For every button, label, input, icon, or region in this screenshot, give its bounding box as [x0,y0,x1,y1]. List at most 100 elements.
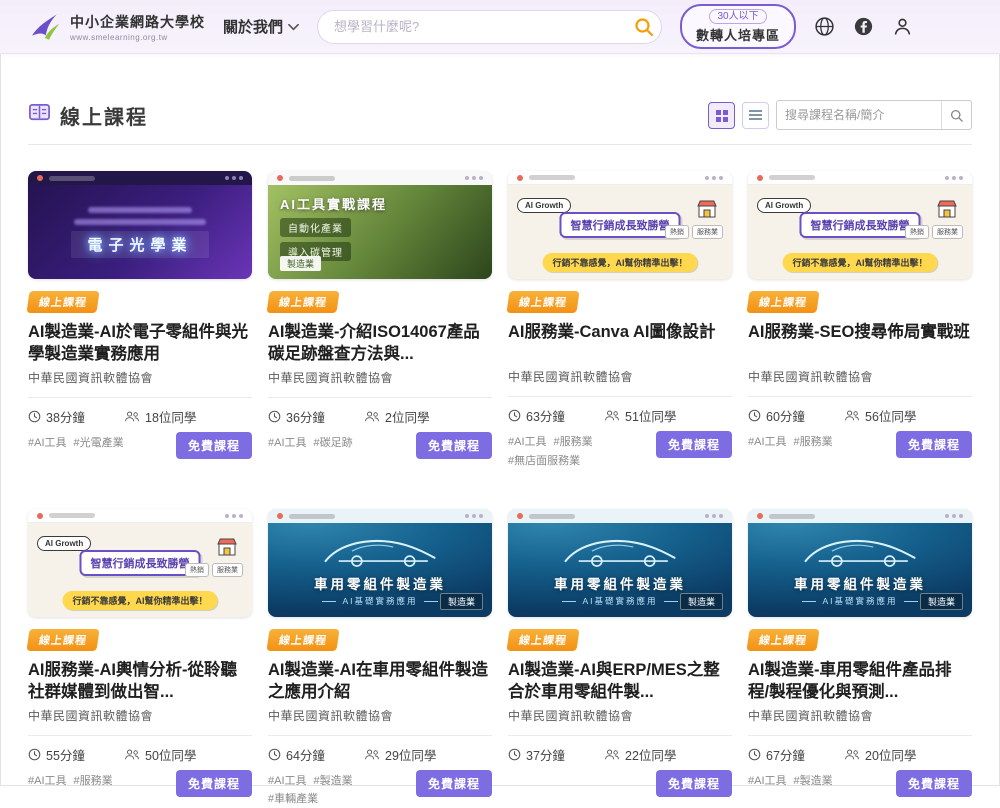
course-tag[interactable]: #AI工具 [28,773,67,790]
course-thumbnail[interactable]: 電子光學業 AI工具實戰課程 自動化產業 導入碳管理 製造業 AI Growth… [508,171,732,279]
course-students: 22位同學 [604,745,676,764]
course-students: 29位同學 [364,745,436,764]
course-students-text: 18位同學 [145,407,196,426]
course-thumbnail[interactable]: 電子光學業 AI工具實戰課程 自動化產業 導入碳管理 製造業 AI Growth… [748,171,972,279]
course-title[interactable]: AI製造業-車用零組件產品排程/製程優化與預測... [748,660,972,704]
course-card[interactable]: 電子光學業 AI工具實戰課程 自動化產業 導入碳管理 製造業 AI Growth… [268,509,492,808]
free-course-button[interactable]: 免費課程 [896,770,972,797]
course-thumbnail[interactable]: 電子光學業 AI工具實戰課程 自動化產業 導入碳管理 製造業 AI Growth… [28,171,252,279]
speech-bubble: AI Growth [757,198,811,213]
course-card[interactable]: 電子光學業 AI工具實戰課程 自動化產業 導入碳管理 製造業 AI Growth… [508,509,732,808]
window-control-dots [945,176,949,180]
course-grid: 電子光學業 AI工具實戰課程 自動化產業 導入碳管理 製造業 AI Growth… [28,171,972,808]
course-card[interactable]: 電子光學業 AI工具實戰課程 自動化產業 導入碳管理 製造業 AI Growth… [28,509,252,808]
language-globe-icon[interactable] [814,16,835,37]
site-search-input[interactable] [334,19,633,34]
course-duration: 67分鐘 [748,745,844,764]
user-account-icon[interactable] [892,16,913,37]
course-thumbnail[interactable]: 電子光學業 AI工具實戰課程 自動化產業 導入碳管理 製造業 AI Growth… [508,509,732,617]
facebook-circle-icon [853,16,874,37]
course-tag[interactable]: #光電產業 [74,435,124,452]
course-tag[interactable]: #碳足跡 [314,435,353,452]
course-meta: 67分鐘 20位同學 [748,735,972,764]
nav-about-us[interactable]: 關於我們 [223,16,299,37]
course-tag[interactable]: #車輛產業 [268,791,318,808]
free-course-button[interactable]: 免費課程 [896,431,972,458]
free-course-button[interactable]: 免費課程 [656,770,732,797]
digital-training-zone-button[interactable]: 30人以下 數轉人培專區 [680,4,796,49]
course-title[interactable]: AI服務業-AI輿情分析-從聆聽社群媒體到做出智... [28,660,252,704]
course-title[interactable]: AI服務業-SEO搜尋佈局實戰班 [748,322,972,365]
clock-icon [268,410,281,423]
course-students-text: 51位同學 [625,406,676,425]
clock-icon [508,748,521,761]
site-search-button[interactable] [633,16,655,38]
course-title[interactable]: AI製造業-介紹ISO14067產品碳足跡盤查方法與... [268,322,492,366]
storefront-icon [935,198,959,220]
course-card[interactable]: 電子光學業 AI工具實戰課程 自動化產業 導入碳管理 製造業 AI Growth… [508,171,732,469]
course-tag[interactable]: #服務業 [74,773,113,790]
course-tag[interactable]: #AI工具 [748,773,787,790]
decorative-glow-line [88,207,192,213]
facebook-icon[interactable] [853,16,874,37]
course-card[interactable]: 電子光學業 AI工具實戰課程 自動化產業 導入碳管理 製造業 AI Growth… [268,171,492,469]
course-tags: #AI工具 #光電產業 [28,435,124,452]
site-header: 中小企業網路大學校 www.smelearning.org.tw 關於我們 30… [0,0,1000,54]
course-search-input[interactable] [777,108,941,122]
course-tag[interactable]: #無店面服務業 [508,453,580,470]
course-tag[interactable]: #服務業 [554,434,593,451]
course-type-badge: 線上課程 [26,629,99,651]
browser-titlebar [748,171,972,185]
course-tag[interactable]: #製造業 [314,773,353,790]
course-tag[interactable]: #AI工具 [28,435,67,452]
tab-title-bar [49,176,95,181]
course-title[interactable]: AI製造業-AI於電子零組件與光學製造業實務應用 [28,322,252,366]
course-students: 2位同學 [364,407,429,426]
clock-icon [748,409,761,422]
course-students: 51位同學 [604,406,676,425]
course-search-button[interactable] [941,101,971,129]
course-title[interactable]: AI服務業-Canva AI圖像設計 [508,322,732,365]
course-tag[interactable]: #AI工具 [508,434,547,451]
course-thumbnail[interactable]: 電子光學業 AI工具實戰課程 自動化產業 導入碳管理 製造業 AI Growth… [268,171,492,279]
free-course-button[interactable]: 免費課程 [656,431,732,458]
course-tag[interactable]: #AI工具 [748,434,787,451]
tab-title-bar [769,514,815,519]
students-icon [604,748,620,761]
course-organization: 中華民國資訊軟體協會 [748,707,972,724]
browser-titlebar [508,171,732,185]
free-course-button[interactable]: 免費課程 [176,770,252,797]
site-search[interactable] [317,10,662,44]
free-course-button[interactable]: 免費課程 [176,432,252,459]
students-icon [844,748,860,761]
course-meta: 55分鐘 50位同學 [28,735,252,764]
course-tag[interactable]: #AI工具 [268,435,307,452]
course-card[interactable]: 電子光學業 AI工具實戰課程 自動化產業 導入碳管理 製造業 AI Growth… [28,171,252,469]
course-card[interactable]: 電子光學業 AI工具實戰課程 自動化產業 導入碳管理 製造業 AI Growth… [748,171,972,469]
thumbnail-art-electronics: 電子光學業 [28,185,252,279]
thumbnail-subtitle: AI基礎實務應用 [562,595,677,607]
free-course-button[interactable]: 免費課程 [416,770,492,797]
course-tags: #AI工具 #製造業#車輛產業 [268,773,406,808]
course-tags: #AI工具 #服務業 #無店面服務業 [508,434,646,469]
course-tag[interactable]: #AI工具 [268,773,307,790]
course-title[interactable]: AI製造業-AI在車用零組件製造之應用介紹 [268,660,492,704]
course-thumbnail[interactable]: 電子光學業 AI工具實戰課程 自動化產業 導入碳管理 製造業 AI Growth… [28,509,252,617]
course-thumbnail[interactable]: 電子光學業 AI工具實戰課程 自動化產業 導入碳管理 製造業 AI Growth… [268,509,492,617]
course-search[interactable] [776,100,972,130]
site-logo[interactable]: 中小企業網路大學校 www.smelearning.org.tw [26,10,205,44]
course-tag[interactable]: #服務業 [794,434,833,451]
course-meta: 37分鐘 22位同學 [508,735,732,764]
free-course-button[interactable]: 免費課程 [416,432,492,459]
grid-view-button[interactable] [708,102,735,129]
course-thumbnail[interactable]: 電子光學業 AI工具實戰課程 自動化產業 導入碳管理 製造業 AI Growth… [748,509,972,617]
thumbnail-title: 車用零組件製造業 [794,573,926,593]
thumbnail-title: 智慧行銷成長致勝營 [560,212,681,238]
course-card[interactable]: 電子光學業 AI工具實戰課程 自動化產業 導入碳管理 製造業 AI Growth… [748,509,972,808]
speech-bubble: AI Growth [37,536,91,551]
course-title[interactable]: AI製造業-AI與ERP/MES之整合於車用零組件製... [508,660,732,704]
course-duration-text: 67分鐘 [766,745,805,764]
list-view-button[interactable] [742,102,769,129]
course-tag[interactable]: #製造業 [794,773,833,790]
tab-favicon [277,175,283,181]
